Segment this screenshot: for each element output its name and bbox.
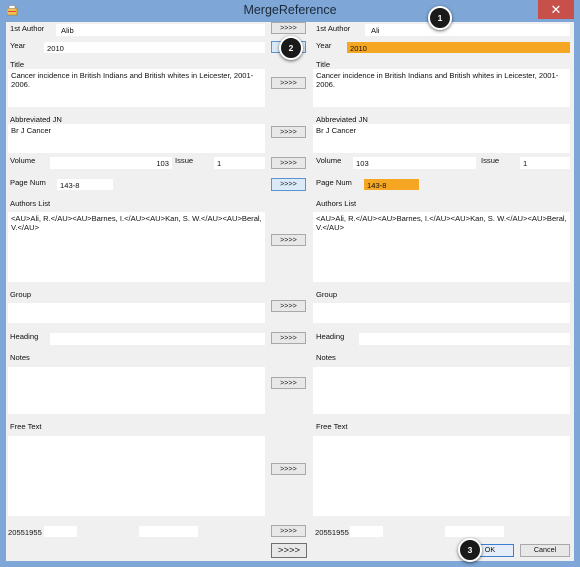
left-pagenum-field[interactable]: 143-8: [57, 179, 113, 190]
copy-group-button[interactable]: >>>>: [271, 300, 306, 312]
cancel-button[interactable]: Cancel: [520, 544, 570, 557]
copy-freetext-button[interactable]: >>>>: [271, 463, 306, 475]
right-pagenum-label: Page Num: [316, 178, 352, 187]
right-heading-label: Heading: [316, 332, 345, 341]
right-pagenum-field[interactable]: 143-8: [364, 179, 419, 190]
form-body: 1st Author Alib Year 2010 Title Cancer i…: [6, 22, 574, 561]
left-freetext-field[interactable]: [8, 436, 265, 516]
left-title-field[interactable]: Cancer incidence in British Indians and …: [8, 69, 265, 107]
right-authors-label: Authors List: [316, 199, 357, 208]
right-extra-field[interactable]: [445, 526, 504, 537]
left-volume-field[interactable]: 103: [50, 157, 172, 169]
left-title-label: Title: [10, 60, 25, 69]
right-id-field[interactable]: [350, 526, 383, 537]
left-abbrev-field[interactable]: Br J Cancer: [8, 124, 265, 153]
right-first-author-label: 1st Author: [316, 24, 351, 33]
left-id-label: 20551955: [8, 528, 42, 537]
left-first-author-field[interactable]: Alib: [56, 24, 265, 36]
left-year-field[interactable]: 2010: [44, 42, 265, 53]
right-notes-field[interactable]: [313, 367, 570, 414]
merge-reference-window: MergeReference ✕ 1st Author Alib Year 20…: [0, 0, 580, 567]
left-group-label: Group: [10, 290, 32, 299]
callout-badge-2: 2: [279, 36, 303, 60]
left-group-field[interactable]: [8, 303, 265, 323]
right-group-field[interactable]: [313, 303, 570, 323]
callout-badge-1: 1: [428, 6, 452, 30]
left-first-author-label: 1st Author: [10, 24, 45, 33]
copy-all-button[interactable]: >>>>: [271, 543, 307, 558]
left-heading-field[interactable]: [50, 333, 265, 345]
left-freetext-label: Free Text: [10, 422, 42, 431]
right-group-label: Group: [316, 290, 338, 299]
copy-authors-button[interactable]: >>>>: [271, 234, 306, 246]
left-notes-field[interactable]: [8, 367, 265, 414]
right-abbrev-field[interactable]: Br J Cancer: [313, 124, 570, 153]
right-year-label: Year: [316, 41, 332, 50]
title-bar: MergeReference ✕: [0, 0, 580, 22]
copy-notes-button[interactable]: >>>>: [271, 377, 306, 389]
callout-badge-3: 3: [458, 538, 482, 562]
close-button[interactable]: ✕: [538, 0, 574, 19]
right-heading-field[interactable]: [359, 333, 570, 345]
right-freetext-label: Free Text: [316, 422, 348, 431]
right-issue-label: Issue: [481, 156, 500, 165]
copy-first-author-button[interactable]: >>>>: [271, 22, 306, 34]
copy-pagenum-button[interactable]: >>>>: [271, 178, 306, 191]
left-abbrev-label: Abbreviated JN: [10, 115, 62, 124]
right-year-field[interactable]: 2010: [347, 42, 570, 53]
copy-title-button[interactable]: >>>>: [271, 77, 306, 89]
left-authors-label: Authors List: [10, 199, 51, 208]
copy-volume-button[interactable]: >>>>: [271, 157, 306, 169]
left-year-label: Year: [10, 41, 26, 50]
left-issue-field[interactable]: 1: [214, 157, 265, 169]
left-pagenum-label: Page Num: [10, 178, 46, 187]
right-title-label: Title: [316, 60, 331, 69]
close-icon: ✕: [550, 2, 562, 17]
right-id-label: 20551955: [315, 528, 349, 537]
right-volume-field[interactable]: 103: [353, 157, 476, 169]
left-heading-label: Heading: [10, 332, 39, 341]
right-authors-field[interactable]: <AU>Ali, R.</AU><AU>Barnes, I.</AU><AU>K…: [313, 212, 570, 282]
left-authors-field[interactable]: <AU>Ali, R.</AU><AU>Barnes, I.</AU><AU>K…: [8, 212, 265, 282]
right-freetext-field[interactable]: [313, 436, 570, 516]
right-volume-label: Volume: [316, 156, 342, 165]
left-notes-label: Notes: [10, 353, 30, 362]
copy-abbrev-button[interactable]: >>>>: [271, 126, 306, 138]
right-title-field[interactable]: Cancer incidence in British Indians and …: [313, 69, 570, 107]
right-first-author-field[interactable]: Ali: [365, 24, 570, 36]
copy-id-button[interactable]: >>>>: [271, 525, 306, 537]
right-abbrev-label: Abbreviated JN: [316, 115, 368, 124]
window-title: MergeReference: [243, 3, 337, 17]
left-issue-label: Issue: [175, 156, 194, 165]
copy-heading-button[interactable]: >>>>: [271, 332, 306, 344]
left-extra-field[interactable]: [139, 526, 198, 537]
left-volume-label: Volume: [10, 156, 36, 165]
left-id-field[interactable]: [44, 526, 77, 537]
right-issue-field[interactable]: 1: [520, 157, 570, 169]
right-notes-label: Notes: [316, 353, 336, 362]
